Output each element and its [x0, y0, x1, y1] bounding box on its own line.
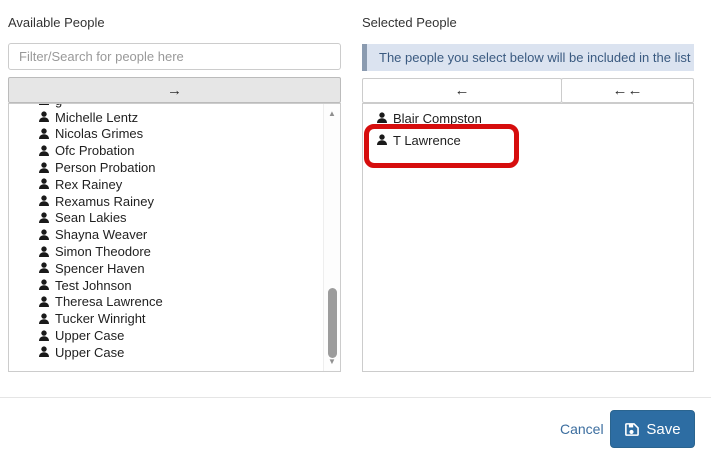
list-item[interactable]: Shayna Weaver	[38, 226, 340, 243]
list-item[interactable]: Upper Case	[38, 344, 340, 361]
move-all-left-button[interactable]: ←←	[561, 78, 694, 103]
arrow-left-icon: ←	[455, 82, 470, 99]
person-name: Person Probation	[55, 160, 155, 175]
list-item[interactable]: Tucker Winright	[38, 310, 340, 327]
person-icon	[38, 313, 50, 325]
person-icon	[38, 178, 50, 190]
person-icon	[38, 162, 50, 174]
list-item[interactable]: Sean Lakies	[38, 210, 340, 227]
person-icon	[38, 330, 50, 342]
save-button-label: Save	[646, 421, 680, 438]
person-name: Simon Theodore	[55, 244, 151, 259]
person-name: Upper Case	[55, 328, 124, 343]
selected-people-list[interactable]: Blair Compston T Lawrence	[362, 103, 694, 372]
scroll-down-icon[interactable]: ▼	[324, 357, 340, 367]
list-item[interactable]: Test Johnson	[38, 277, 340, 294]
person-icon	[376, 134, 388, 146]
person-name: Shayna Weaver	[55, 227, 147, 242]
person-icon	[38, 195, 50, 207]
double-arrow-left-icon: ←←	[613, 82, 643, 99]
save-button[interactable]: Save	[610, 410, 695, 448]
move-right-button[interactable]: →	[8, 77, 341, 103]
person-icon	[38, 346, 50, 358]
person-icon	[38, 128, 50, 140]
list-item[interactable]: T Lawrence	[376, 129, 693, 151]
list-item[interactable]: Spencer Haven	[38, 260, 340, 277]
person-name: Nicolas Grimes	[55, 126, 143, 141]
person-name: T Lawrence	[393, 133, 461, 148]
list-item[interactable]: Person Probation	[38, 159, 340, 176]
person-icon	[38, 279, 50, 291]
person-name: Blair Compston	[393, 111, 482, 126]
person-icon	[38, 246, 50, 258]
list-item[interactable]: Upper Case	[38, 327, 340, 344]
person-icon	[38, 212, 50, 224]
list-item[interactable]: Nicolas Grimes	[38, 126, 340, 143]
dual-list-picker: Available People → g	[0, 0, 711, 462]
person-name: Sean Lakies	[55, 210, 127, 225]
arrow-right-icon: →	[167, 82, 182, 99]
save-floppy-icon	[624, 422, 639, 437]
move-left-button[interactable]: ←	[362, 78, 562, 103]
person-icon	[38, 296, 50, 308]
person-icon	[38, 229, 50, 241]
person-name: Ofc Probation	[55, 143, 135, 158]
list-item[interactable]: Blair Compston	[376, 107, 693, 129]
person-icon	[376, 112, 388, 124]
available-people-title: Available People	[8, 15, 105, 30]
list-item[interactable]: Rexamus Rainey	[38, 193, 340, 210]
person-icon	[38, 111, 50, 123]
person-name: Rexamus Rainey	[55, 194, 154, 209]
person-name: Spencer Haven	[55, 261, 145, 276]
person-icon	[38, 103, 50, 106]
person-icon	[38, 262, 50, 274]
person-icon	[38, 145, 50, 157]
scroll-up-icon[interactable]: ▲	[324, 109, 340, 119]
filter-search-input[interactable]	[8, 43, 341, 70]
person-name: Tucker Winright	[55, 311, 146, 326]
available-people-list[interactable]: g Michelle Lentz Nicolas Grimes	[8, 103, 341, 372]
cancel-button[interactable]: Cancel	[560, 421, 604, 437]
list-item[interactable]: Theresa Lawrence	[38, 294, 340, 311]
info-banner: The people you select below will be incl…	[362, 44, 694, 71]
info-banner-text: The people you select below will be incl…	[379, 50, 690, 65]
scrollbar-thumb[interactable]	[328, 288, 337, 358]
scrollbar[interactable]: ▲ ▼	[323, 104, 340, 371]
footer-divider	[0, 397, 711, 398]
person-name: Michelle Lentz	[55, 110, 138, 125]
list-item[interactable]: Ofc Probation	[38, 142, 340, 159]
person-name: Test Johnson	[55, 278, 132, 293]
selected-people-title: Selected People	[362, 15, 457, 30]
person-name: Theresa Lawrence	[55, 294, 163, 309]
list-item[interactable]: Simon Theodore	[38, 243, 340, 260]
list-item[interactable]: Michelle Lentz	[38, 109, 340, 126]
person-name: Upper Case	[55, 345, 124, 360]
person-name: Rex Rainey	[55, 177, 122, 192]
person-name: g	[55, 103, 62, 108]
list-item[interactable]: Rex Rainey	[38, 176, 340, 193]
